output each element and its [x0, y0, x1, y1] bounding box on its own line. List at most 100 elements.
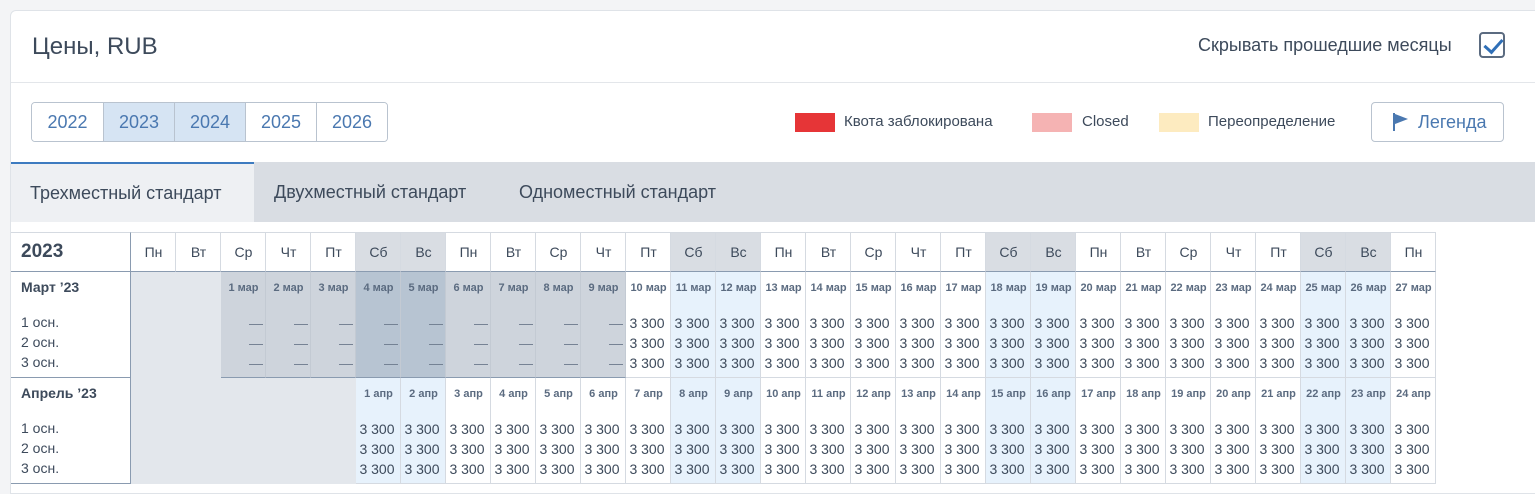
day-date-label: 3 мар: [318, 282, 349, 294]
hide-past-months-checkbox[interactable]: [1479, 32, 1505, 58]
price-value: 3 300: [1394, 315, 1430, 331]
price-value: 3 300: [1079, 441, 1115, 457]
tab-double-standard[interactable]: Двухместный стандарт: [274, 162, 466, 222]
tab-triple-standard[interactable]: Трехместный стандарт: [11, 162, 254, 222]
past-price-dash: —: [519, 315, 533, 331]
price-value: 3 300: [1034, 421, 1070, 437]
day-date-label: 9 апр: [724, 388, 753, 400]
price-value: 3 300: [989, 421, 1025, 437]
past-price-dash: —: [564, 315, 578, 331]
price-value: 3 300: [899, 315, 935, 331]
price-value: 3 300: [1259, 335, 1295, 351]
price-calendar-grid: 2023 Пн Вт Ср Чт Пт Сб Вс Пн Вт Ср Чт Пт Сб Вс Пн Вт Ср Чт…: [11, 232, 1535, 493]
price-value: 3 300: [1169, 335, 1205, 351]
day-date-label: 4 апр: [499, 388, 528, 400]
past-price-dash: —: [474, 355, 488, 371]
price-value: 3 300: [764, 335, 800, 351]
legend-button[interactable]: Легенда: [1371, 102, 1504, 142]
past-price-dash: —: [294, 315, 308, 331]
price-value: 3 300: [1124, 461, 1160, 477]
weekday-label: Пн: [1404, 244, 1423, 260]
day-date-label: 4 мар: [363, 282, 394, 294]
past-price-dash: —: [384, 315, 398, 331]
price-value: 3 300: [1259, 355, 1295, 371]
price-value: 3 300: [809, 461, 845, 477]
day-date-label: 21 мар: [1125, 282, 1162, 294]
day-date-label: 19 апр: [1171, 388, 1206, 400]
weekday-label: Сб: [999, 244, 1018, 260]
price-value: 3 300: [1079, 355, 1115, 371]
empty-day-cell: [176, 378, 221, 484]
price-value: 3 300: [899, 335, 935, 351]
weekday-label: Вс: [1360, 244, 1377, 260]
year-button-2022[interactable]: 2022: [32, 103, 103, 141]
past-price-dash: —: [429, 315, 443, 331]
price-value: 3 300: [584, 461, 620, 477]
price-value: 3 300: [809, 315, 845, 331]
price-value: 3 300: [1214, 355, 1250, 371]
year-button-2025[interactable]: 2025: [245, 103, 316, 141]
empty-day-cell: [176, 272, 221, 378]
day-date-label: 13 мар: [765, 282, 802, 294]
past-price-dash: —: [294, 355, 308, 371]
day-date-label: 11 апр: [811, 388, 846, 400]
price-value: 3 300: [854, 355, 890, 371]
day-date-label: 24 мар: [1260, 282, 1297, 294]
day-date-label: 5 мар: [408, 282, 439, 294]
price-value: 3 300: [1079, 315, 1115, 331]
price-value: 3 300: [899, 355, 935, 371]
day-date-label: 20 апр: [1216, 388, 1251, 400]
price-value: 3 300: [809, 421, 845, 437]
weekday-label: Пн: [144, 244, 163, 260]
past-price-dash: —: [564, 335, 578, 351]
price-value: 3 300: [1394, 335, 1430, 351]
price-value: 3 300: [719, 461, 755, 477]
weekday-label: Вс: [730, 244, 747, 260]
price-value: 3 300: [629, 315, 665, 331]
price-value: 3 300: [449, 441, 485, 457]
price-value: 3 300: [809, 441, 845, 457]
weekday-label: Вт: [1135, 244, 1152, 260]
year-button-2026[interactable]: 2026: [316, 103, 387, 141]
weekday-label: Пт: [325, 244, 342, 260]
past-price-dash: —: [249, 355, 263, 371]
calendar-year-label: 2023: [21, 241, 64, 262]
price-value: 3 300: [1394, 355, 1430, 371]
year-button-2023[interactable]: 2023: [103, 103, 174, 141]
past-price-dash: —: [339, 335, 353, 351]
weekday-label: Вт: [190, 244, 207, 260]
price-value: 3 300: [989, 315, 1025, 331]
weekday-label: Пт: [640, 244, 657, 260]
day-date-label: 18 апр: [1126, 388, 1161, 400]
legend-label-blocked: Квота заблокирована: [844, 113, 993, 130]
day-date-label: 14 апр: [946, 388, 981, 400]
price-value: 3 300: [1079, 421, 1115, 437]
price-value: 3 300: [989, 335, 1025, 351]
price-value: 3 300: [944, 441, 980, 457]
day-date-label: 13 апр: [901, 388, 936, 400]
past-price-dash: —: [429, 335, 443, 351]
price-value: 3 300: [944, 421, 980, 437]
price-value: 3 300: [584, 441, 620, 457]
price-value: 3 300: [1124, 315, 1160, 331]
price-value: 3 300: [1259, 441, 1295, 457]
weekday-label: Вс: [415, 244, 432, 260]
day-date-label: 27 мар: [1395, 282, 1432, 294]
price-value: 3 300: [629, 421, 665, 437]
day-date-label: 5 апр: [544, 388, 573, 400]
price-value: 3 300: [854, 421, 890, 437]
past-price-dash: —: [609, 355, 623, 371]
legend-swatch-override: [1159, 113, 1199, 132]
past-price-dash: —: [339, 355, 353, 371]
day-date-label: 18 мар: [990, 282, 1027, 294]
price-value: 3 300: [1124, 355, 1160, 371]
price-value: 3 300: [944, 315, 980, 331]
tab-single-standard[interactable]: Одноместный стандарт: [519, 162, 716, 222]
price-value: 3 300: [1034, 461, 1070, 477]
price-value: 3 300: [674, 335, 710, 351]
price-value: 3 300: [449, 461, 485, 477]
past-price-dash: —: [339, 315, 353, 331]
year-button-2024[interactable]: 2024: [174, 103, 245, 141]
price-value: 3 300: [1214, 335, 1250, 351]
day-date-label: 19 мар: [1035, 282, 1072, 294]
